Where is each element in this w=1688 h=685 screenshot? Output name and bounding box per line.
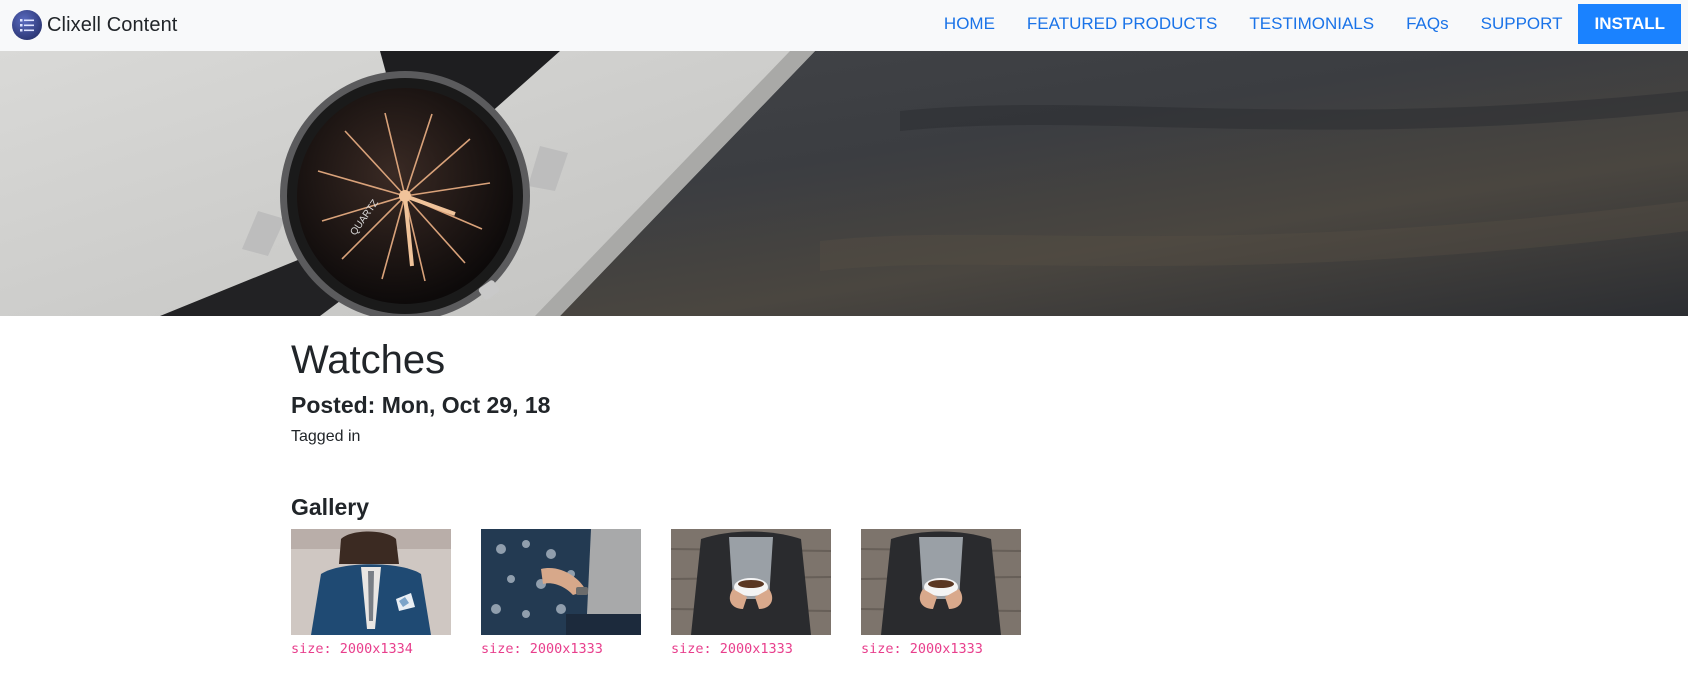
image-size-label: size: 2000x1333 (481, 640, 603, 657)
wristwatch-hero-illustration: QUARTZ (0, 51, 1688, 316)
hero-image: QUARTZ (0, 51, 1688, 316)
man-holding-coffee-cup-thumbnail[interactable] (861, 528, 1021, 635)
install-button[interactable]: INSTALL (1578, 4, 1681, 44)
image-size-label: size: 2000x1333 (861, 640, 983, 657)
nav-faqs[interactable]: FAQs (1390, 4, 1465, 44)
image-size-label: size: 2000x1333 (671, 640, 793, 657)
gallery: size: 2000x1334 size: 2000x1333 size: 20… (291, 528, 1191, 657)
nav-featured-products[interactable]: FEATURED PRODUCTS (1011, 4, 1233, 44)
post-content: Watches Posted: Mon, Oct 29, 18 Tagged i… (291, 316, 1191, 657)
gallery-item: size: 2000x1333 (481, 528, 641, 657)
post-tags: Tagged in (291, 427, 361, 445)
gallery-item: size: 2000x1334 (291, 528, 451, 657)
man-in-blue-suit-thumbnail[interactable] (291, 528, 451, 635)
gallery-item: size: 2000x1333 (671, 528, 831, 657)
brand-link[interactable]: Clixell Content (12, 7, 177, 43)
brand-name: Clixell Content (47, 13, 178, 36)
nav-support[interactable]: SUPPORT (1465, 4, 1579, 44)
gallery-heading: Gallery (291, 493, 369, 520)
man-holding-coffee-cup-thumbnail[interactable] (671, 528, 831, 635)
list-logo-icon (12, 10, 42, 40)
image-size-label: size: 2000x1334 (291, 640, 413, 657)
nav-testimonials[interactable]: TESTIMONIALS (1233, 4, 1390, 44)
post-date: Posted: Mon, Oct 29, 18 (291, 392, 551, 418)
nav-menu: HOME FEATURED PRODUCTS TESTIMONIALS FAQs… (928, 4, 1681, 44)
navbar: Clixell Content HOME FEATURED PRODUCTS T… (0, 0, 1688, 51)
man-in-patterned-shirt-thumbnail[interactable] (481, 528, 641, 635)
nav-home[interactable]: HOME (928, 4, 1011, 44)
post-title: Watches (291, 338, 446, 382)
gallery-item: size: 2000x1333 (861, 528, 1021, 657)
